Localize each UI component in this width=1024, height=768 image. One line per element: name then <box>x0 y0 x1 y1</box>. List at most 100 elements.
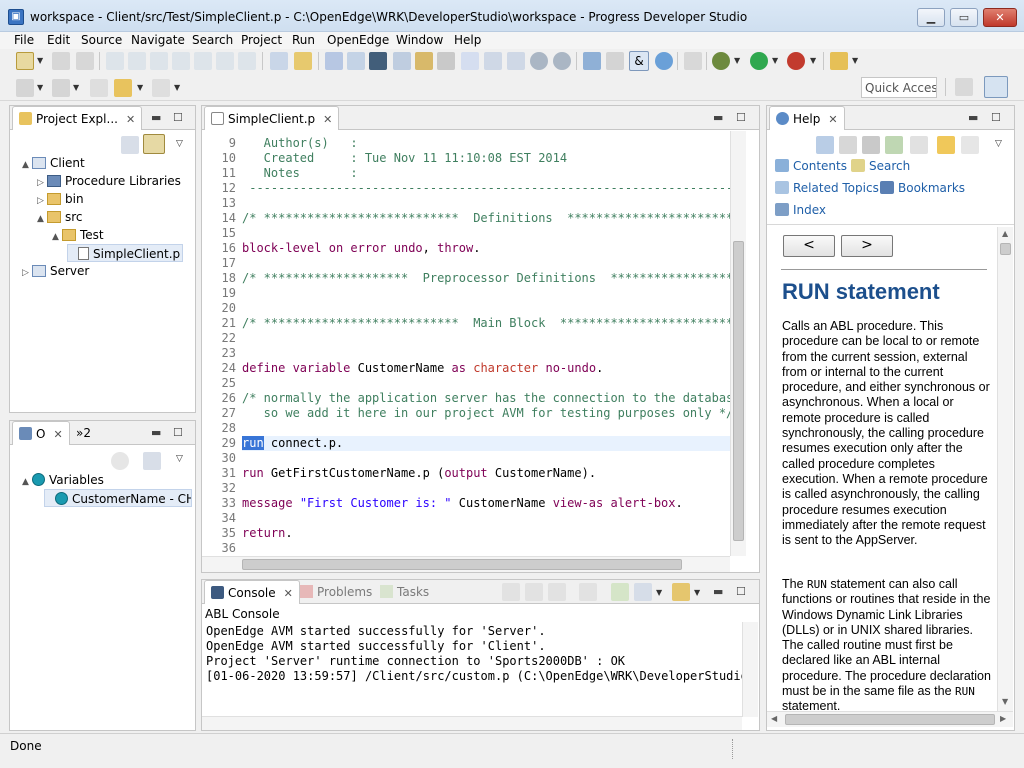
step-over-icon[interactable] <box>216 52 234 70</box>
console-icon[interactable] <box>369 52 387 70</box>
collapse-icon[interactable]: ▲ <box>22 156 32 174</box>
menu-edit[interactable]: Edit <box>47 33 70 47</box>
code-line[interactable]: /* *************************** Main Bloc… <box>242 316 730 331</box>
step-return-icon[interactable] <box>238 52 256 70</box>
close-icon[interactable]: ✕ <box>323 113 332 126</box>
menu-search[interactable]: Search <box>192 33 233 47</box>
help-link-search[interactable]: Search <box>851 159 910 173</box>
run-icon[interactable] <box>750 52 768 70</box>
close-icon[interactable]: ✕ <box>53 428 62 441</box>
menu-run[interactable]: Run <box>292 33 315 47</box>
show-in-contents-icon[interactable] <box>816 136 834 154</box>
collapse-all-icon[interactable] <box>121 136 139 154</box>
save-icon[interactable] <box>52 52 70 70</box>
link-icon[interactable] <box>839 136 857 154</box>
tree-item[interactable]: ▲ Client <box>22 154 85 172</box>
quick-access-input[interactable]: Quick Access <box>861 77 937 98</box>
refactor-icon[interactable] <box>294 52 312 70</box>
help-vertical-scrollbar[interactable]: ▲ ▼ <box>997 227 1013 711</box>
code-line[interactable]: ----------------------------------------… <box>242 181 730 196</box>
scroll-down-icon[interactable]: ▼ <box>1002 697 1008 706</box>
pin-console-icon[interactable] <box>611 583 629 601</box>
tab-help[interactable]: Help ✕ <box>769 106 845 130</box>
globe-icon[interactable] <box>530 52 548 70</box>
collapse-icon[interactable]: ▲ <box>52 228 62 246</box>
next-annotation-icon[interactable] <box>16 79 34 97</box>
view-menu-icon[interactable]: ▽ <box>176 139 183 149</box>
save-all-icon[interactable] <box>76 52 94 70</box>
console-horizontal-scrollbar[interactable] <box>202 716 742 730</box>
display-console-icon[interactable] <box>634 583 652 601</box>
minimize-icon[interactable]: ▬ <box>713 111 723 124</box>
chevron-down-icon[interactable]: ▼ <box>174 83 180 92</box>
close-icon[interactable]: ✕ <box>828 113 837 126</box>
help-forward-button[interactable]: > <box>841 235 893 257</box>
back-arrow-icon[interactable] <box>114 79 132 97</box>
clear-console-icon[interactable] <box>502 583 520 601</box>
code-line[interactable]: /* *************************** Definitio… <box>242 211 730 226</box>
tree-item[interactable]: ▷ Server <box>22 262 89 280</box>
open-console-icon[interactable] <box>672 583 690 601</box>
scroll-lock-icon[interactable] <box>525 583 543 601</box>
maximize-button[interactable]: ▭ <box>950 8 978 27</box>
add-bookmark-icon[interactable] <box>885 136 903 154</box>
maximize-icon[interactable]: ☐ <box>736 585 746 598</box>
last-edit-icon[interactable] <box>90 79 108 97</box>
menu-openedge[interactable]: OpenEdge <box>327 33 389 47</box>
chevron-down-icon[interactable]: ▼ <box>37 83 43 92</box>
code-line[interactable]: Notes : <box>242 166 358 181</box>
tree-item[interactable]: SimpleClient.p <box>67 244 184 262</box>
chevron-down-icon[interactable]: ▼ <box>73 83 79 92</box>
editor-vertical-scrollbar[interactable] <box>730 131 746 556</box>
scroll-up-icon[interactable]: ▲ <box>1002 229 1008 238</box>
tab-tasks[interactable]: Tasks <box>380 585 429 599</box>
collapse-icon[interactable]: ▲ <box>37 210 47 228</box>
previous-annotation-icon[interactable] <box>52 79 70 97</box>
tree-item[interactable]: ▲ Test <box>52 226 104 244</box>
console-vertical-scrollbar[interactable] <box>742 622 758 717</box>
tree-item[interactable]: ▷ Procedure Libraries <box>37 172 181 190</box>
minimize-button[interactable]: ▁ <box>917 8 945 27</box>
grid-icon[interactable] <box>325 52 343 70</box>
suspend-icon[interactable] <box>128 52 146 70</box>
help-horizontal-scrollbar[interactable]: ◀ ▶ <box>767 711 1013 727</box>
help-link-related-topics[interactable]: Related Topics <box>775 181 879 195</box>
console-output[interactable]: OpenEdge AVM started successfully for 'S… <box>202 622 742 717</box>
code-line[interactable]: Author(s) : <box>242 136 358 151</box>
minimize-icon[interactable]: ▬ <box>151 111 161 124</box>
tab-project-explorer[interactable]: Project Expl... ✕ <box>12 106 143 130</box>
tab-console[interactable]: Console ✕ <box>204 580 300 604</box>
editor-horizontal-scrollbar[interactable] <box>202 556 730 572</box>
menu-project[interactable]: Project <box>241 33 282 47</box>
chevron-down-icon[interactable]: ▼ <box>137 83 143 92</box>
help-link-index[interactable]: Index <box>775 203 826 217</box>
code-line[interactable]: /* normally the application server has t… <box>242 391 730 406</box>
outline-item[interactable]: ▲ Variables <box>22 471 104 489</box>
chevron-down-icon[interactable]: ▼ <box>656 588 662 597</box>
close-button[interactable]: ✕ <box>983 8 1017 27</box>
tab-outline[interactable]: O ✕ <box>12 421 70 445</box>
resume-icon[interactable] <box>106 52 124 70</box>
debug-icon[interactable] <box>712 52 730 70</box>
maximize-icon[interactable]: ☐ <box>173 111 183 124</box>
more-tabs-button[interactable]: »2 <box>76 426 91 440</box>
globe-search-icon[interactable] <box>655 52 673 70</box>
scrollbar-thumb[interactable] <box>733 241 744 541</box>
sql-icon[interactable] <box>461 52 479 70</box>
code-line[interactable]: run GetFirstCustomerName.p (output Custo… <box>242 466 596 481</box>
database-icon[interactable] <box>583 52 601 70</box>
ampersand-icon[interactable]: & <box>629 51 649 71</box>
menu-navigate[interactable]: Navigate <box>131 33 185 47</box>
chevron-down-icon[interactable]: ▼ <box>37 56 43 65</box>
link-with-editor-icon[interactable] <box>143 134 165 154</box>
minimize-icon[interactable]: ▬ <box>968 111 978 124</box>
help-link-contents[interactable]: Contents <box>775 159 847 173</box>
zoom-icon[interactable] <box>507 52 525 70</box>
maximize-icon[interactable]: ☐ <box>736 111 746 124</box>
minimize-icon[interactable]: ▬ <box>713 585 723 598</box>
chevron-down-icon[interactable]: ▼ <box>734 56 740 65</box>
format-icon[interactable] <box>270 52 288 70</box>
code-line[interactable]: define variable CustomerName as characte… <box>242 361 603 376</box>
brush-icon[interactable] <box>606 52 624 70</box>
layout-icon[interactable] <box>393 52 411 70</box>
